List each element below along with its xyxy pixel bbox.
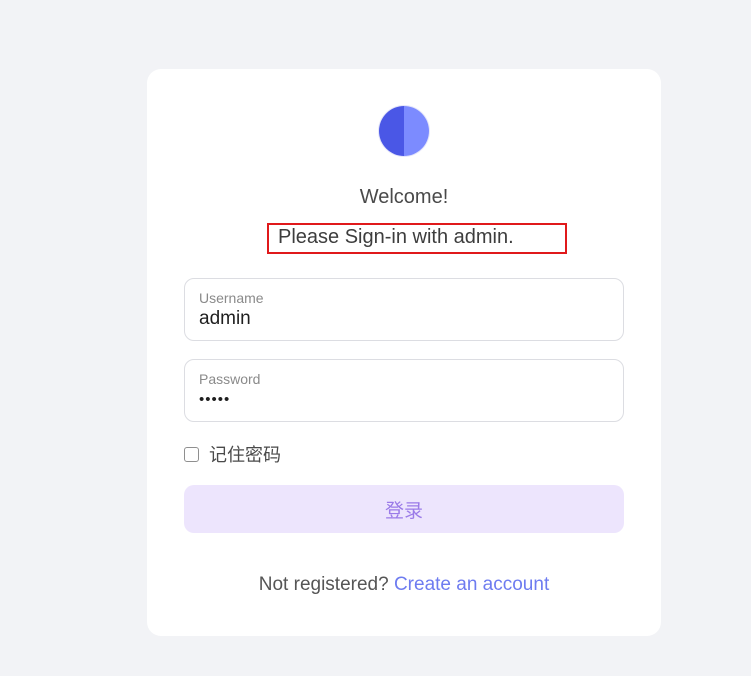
register-prompt: Not registered? Create an account	[147, 574, 661, 596]
password-field[interactable]: Password •••••	[184, 359, 624, 422]
logo-right-half	[404, 106, 429, 156]
login-card: Welcome! Please Sign-in with admin. User…	[147, 69, 661, 636]
app-logo	[379, 106, 429, 156]
login-button[interactable]: 登录	[184, 485, 624, 533]
username-input[interactable]	[199, 308, 599, 330]
password-input[interactable]: •••••	[199, 391, 230, 408]
logo-left-half	[379, 106, 404, 156]
username-field[interactable]: Username	[184, 278, 624, 341]
password-label: Password	[199, 371, 261, 387]
username-label: Username	[199, 290, 264, 306]
create-account-link[interactable]: Create an account	[394, 574, 549, 595]
remember-password[interactable]: 记住密码	[184, 441, 281, 467]
remember-checkbox[interactable]	[184, 446, 199, 462]
sign-in-subtitle: Please Sign-in with admin.	[278, 226, 514, 248]
register-prompt-text: Not registered?	[258, 574, 389, 595]
welcome-heading: Welcome!	[359, 186, 449, 208]
remember-label[interactable]: 记住密码	[209, 441, 281, 467]
